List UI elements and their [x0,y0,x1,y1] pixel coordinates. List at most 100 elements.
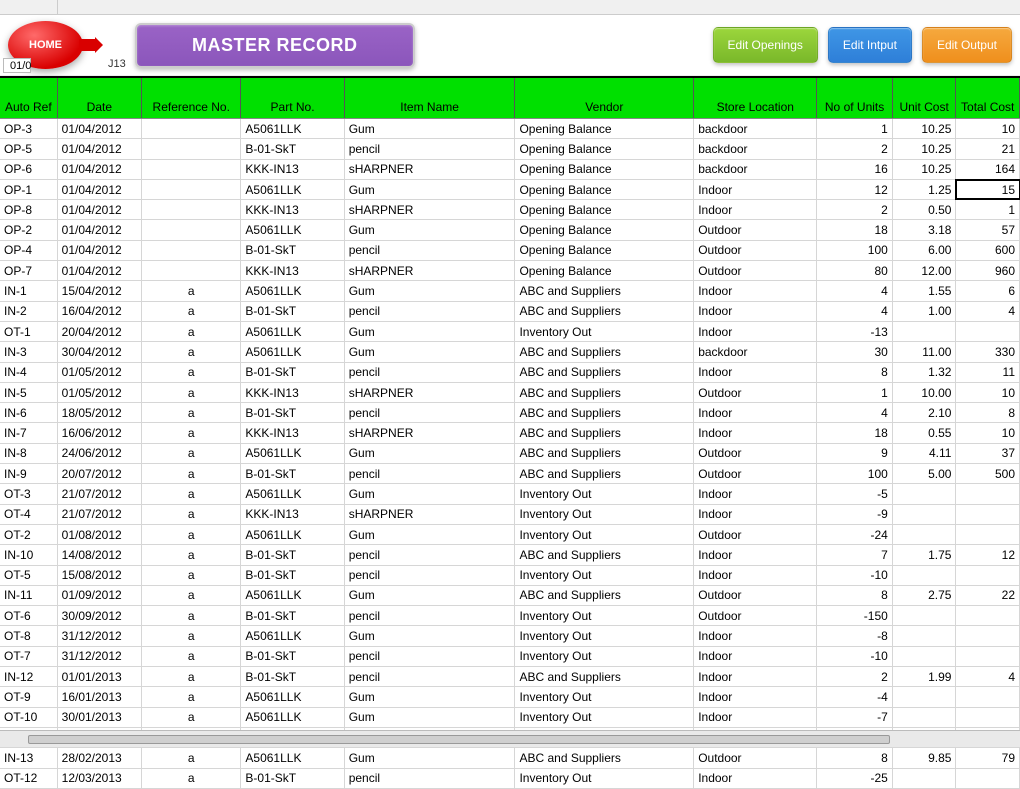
cell-unit[interactable] [893,566,957,585]
cell-date[interactable]: 01/04/2012 [58,220,142,239]
cell-date[interactable]: 15/08/2012 [58,566,142,585]
cell-date[interactable]: 12/03/2013 [58,769,142,788]
cell-refno[interactable]: a [142,322,241,341]
cell-total[interactable]: 79 [956,748,1020,767]
cell-refno[interactable]: a [142,505,241,524]
cell-units[interactable]: 9 [817,444,893,463]
cell-date[interactable]: 01/04/2012 [58,261,142,280]
cell-part[interactable]: B-01-SkT [241,647,344,666]
table-row[interactable]: IN-1328/02/2013aA5061LLKGumABC and Suppl… [0,748,1020,768]
cell-total[interactable]: 10 [956,383,1020,402]
cell-total[interactable]: 37 [956,444,1020,463]
cell-date[interactable]: 21/07/2012 [58,505,142,524]
cell-date[interactable]: 31/12/2012 [58,647,142,666]
cell-units[interactable]: 7 [817,545,893,564]
cell-total[interactable] [956,687,1020,706]
cell-ref[interactable]: IN-4 [0,363,58,382]
cell-unit[interactable] [893,505,957,524]
cell-units[interactable]: 4 [817,403,893,422]
cell-part[interactable]: B-01-SkT [241,606,344,625]
cell-refno[interactable]: a [142,464,241,483]
cell-ref[interactable]: OT-6 [0,606,58,625]
cell-total[interactable] [956,708,1020,727]
cell-ref[interactable]: OP-5 [0,139,58,158]
cell-part[interactable]: KKK-IN13 [241,383,344,402]
cell-date[interactable]: 16/06/2012 [58,423,142,442]
cell-refno[interactable] [142,241,241,260]
cell-date[interactable]: 24/06/2012 [58,444,142,463]
cell-date[interactable]: 01/04/2012 [58,180,142,199]
table-row[interactable]: IN-401/05/2012aB-01-SkTpencilABC and Sup… [0,363,1020,383]
cell-date[interactable]: 01/08/2012 [58,525,142,544]
cell-item[interactable]: Gum [345,748,516,767]
cell-total[interactable]: 11 [956,363,1020,382]
cell-item[interactable]: Gum [345,626,516,645]
cell-unit[interactable] [893,708,957,727]
cell-unit[interactable] [893,687,957,706]
cell-date[interactable]: 01/04/2012 [58,160,142,179]
cell-units[interactable]: -5 [817,484,893,503]
cell-item[interactable]: sHARPNER [345,505,516,524]
cell-loc[interactable]: Outdoor [694,444,817,463]
cell-total[interactable]: 164 [956,160,1020,179]
table-row[interactable]: IN-216/04/2012aB-01-SkTpencilABC and Sup… [0,302,1020,322]
cell-total[interactable]: 12 [956,545,1020,564]
cell-refno[interactable] [142,160,241,179]
cell-loc[interactable]: Outdoor [694,261,817,280]
table-row[interactable]: OP-101/04/2012A5061LLKGumOpening Balance… [0,180,1020,200]
cell-item[interactable]: pencil [345,139,516,158]
cell-unit[interactable] [893,322,957,341]
cell-units[interactable]: -10 [817,566,893,585]
cell-ref[interactable]: OT-10 [0,708,58,727]
cell-refno[interactable]: a [142,748,241,767]
cell-total[interactable]: 960 [956,261,1020,280]
cell-vendor[interactable]: ABC and Suppliers [515,748,694,767]
cell-units[interactable]: -24 [817,525,893,544]
cell-part[interactable]: A5061LLK [241,626,344,645]
cell-vendor[interactable]: Opening Balance [515,119,694,138]
cell-refno[interactable]: a [142,302,241,321]
cell-vendor[interactable]: ABC and Suppliers [515,586,694,605]
edit-openings-button[interactable]: Edit Openings [713,27,818,63]
cell-total[interactable]: 500 [956,464,1020,483]
cell-part[interactable]: A5061LLK [241,180,344,199]
cell-total[interactable]: 330 [956,342,1020,361]
cell-item[interactable]: sHARPNER [345,200,516,219]
cell-ref[interactable]: OT-8 [0,626,58,645]
cell-units[interactable]: -25 [817,769,893,788]
cell-loc[interactable]: Outdoor [694,241,817,260]
cell-vendor[interactable]: ABC and Suppliers [515,281,694,300]
cell-ref[interactable]: IN-9 [0,464,58,483]
cell-item[interactable]: sHARPNER [345,383,516,402]
scrollbar-thumb[interactable] [28,735,890,744]
cell-vendor[interactable]: ABC and Suppliers [515,423,694,442]
cell-item[interactable]: Gum [345,586,516,605]
cell-item[interactable]: Gum [345,180,516,199]
cell-part[interactable]: B-01-SkT [241,302,344,321]
cell-units[interactable]: 8 [817,748,893,767]
cell-date[interactable]: 31/12/2012 [58,626,142,645]
cell-units[interactable]: 80 [817,261,893,280]
cell-total[interactable]: 6 [956,281,1020,300]
cell-units[interactable]: 16 [817,160,893,179]
cell-units[interactable]: -4 [817,687,893,706]
table-row[interactable]: OP-201/04/2012A5061LLKGumOpening Balance… [0,220,1020,240]
cell-ref[interactable]: IN-2 [0,302,58,321]
cell-vendor[interactable]: Opening Balance [515,180,694,199]
cell-refno[interactable]: a [142,687,241,706]
cell-loc[interactable]: Indoor [694,363,817,382]
cell-date[interactable]: 01/04/2012 [58,139,142,158]
cell-item[interactable]: Gum [345,281,516,300]
cell-vendor[interactable]: Opening Balance [515,220,694,239]
cell-total[interactable]: 21 [956,139,1020,158]
cell-date[interactable]: 18/05/2012 [58,403,142,422]
cell-unit[interactable] [893,626,957,645]
table-row[interactable]: IN-330/04/2012aA5061LLKGumABC and Suppli… [0,342,1020,362]
cell-unit[interactable]: 5.00 [893,464,957,483]
cell-total[interactable] [956,566,1020,585]
cell-ref[interactable]: OP-7 [0,261,58,280]
cell-date[interactable]: 16/04/2012 [58,302,142,321]
cell-item[interactable]: Gum [345,484,516,503]
cell-ref[interactable]: OT-2 [0,525,58,544]
cell-total[interactable]: 22 [956,586,1020,605]
